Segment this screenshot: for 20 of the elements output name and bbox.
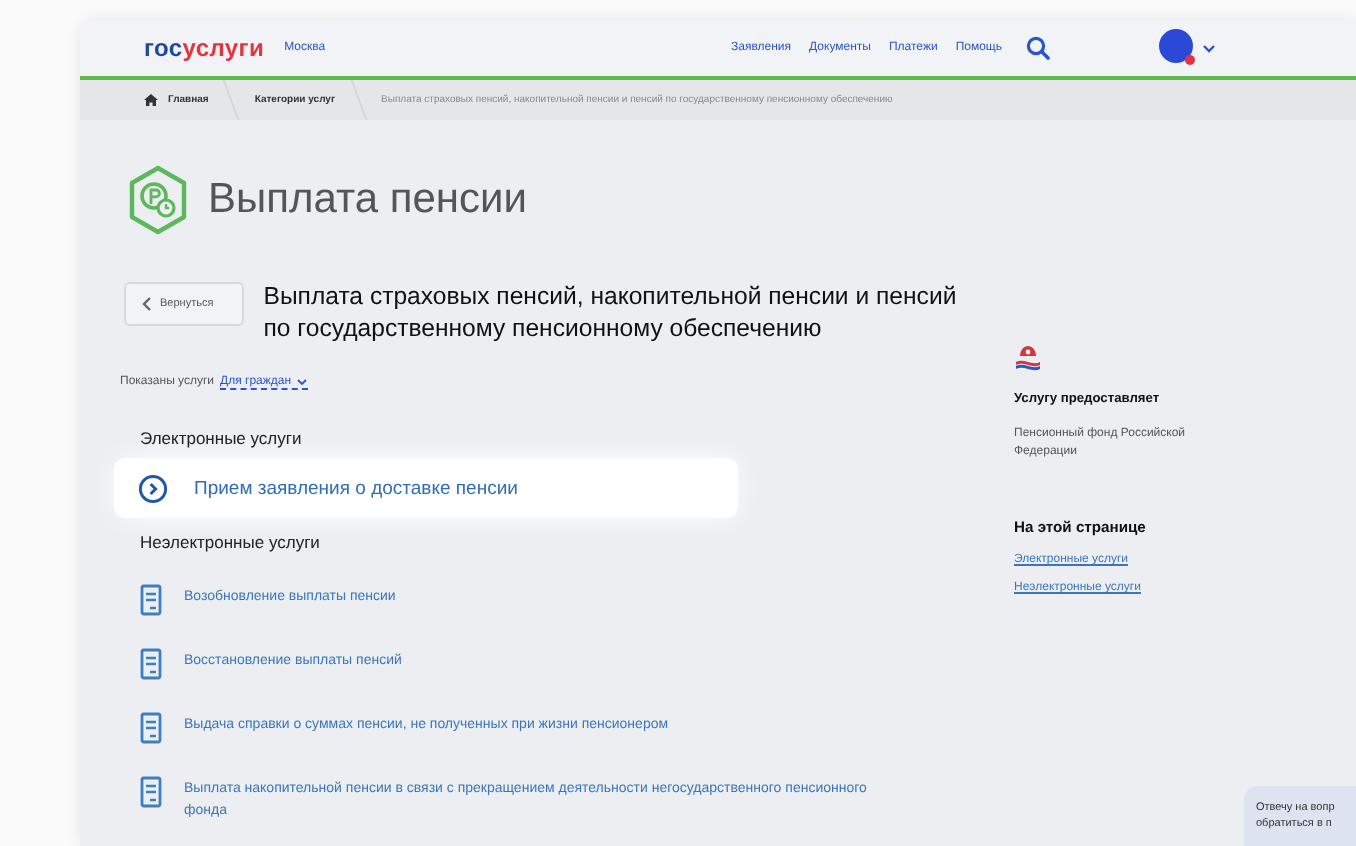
document-icon [140,648,162,680]
pension-icon [124,164,192,236]
document-icon [140,712,162,744]
page-title: Выплата пенсии [208,176,527,224]
chevron-icon[interactable] [1202,43,1216,53]
avatar-icon[interactable] [1158,28,1198,68]
arrow-circle-icon [138,473,168,503]
section-heading: Электронные услуги [140,428,304,448]
document-icon [140,776,162,808]
logo[interactable]: госуслуги [144,34,265,62]
section-heading: Неэлектронные услуги [140,532,322,552]
document-icon [140,584,162,616]
search-icon[interactable] [1026,36,1050,60]
chevron-down-icon [295,378,308,386]
home-icon [144,94,158,106]
service-title: Выплата страховых пенсий, накопительной пенсии и пенсий по государственному пенсионному обеспечению [263,280,959,344]
emblem-icon [1014,344,1042,372]
service-link[interactable]: Прием заявления о доставке пенсии [194,477,518,499]
service-card[interactable]: Прием заявления о доставке пенсии [114,458,738,518]
chevron-left-icon [142,296,152,312]
